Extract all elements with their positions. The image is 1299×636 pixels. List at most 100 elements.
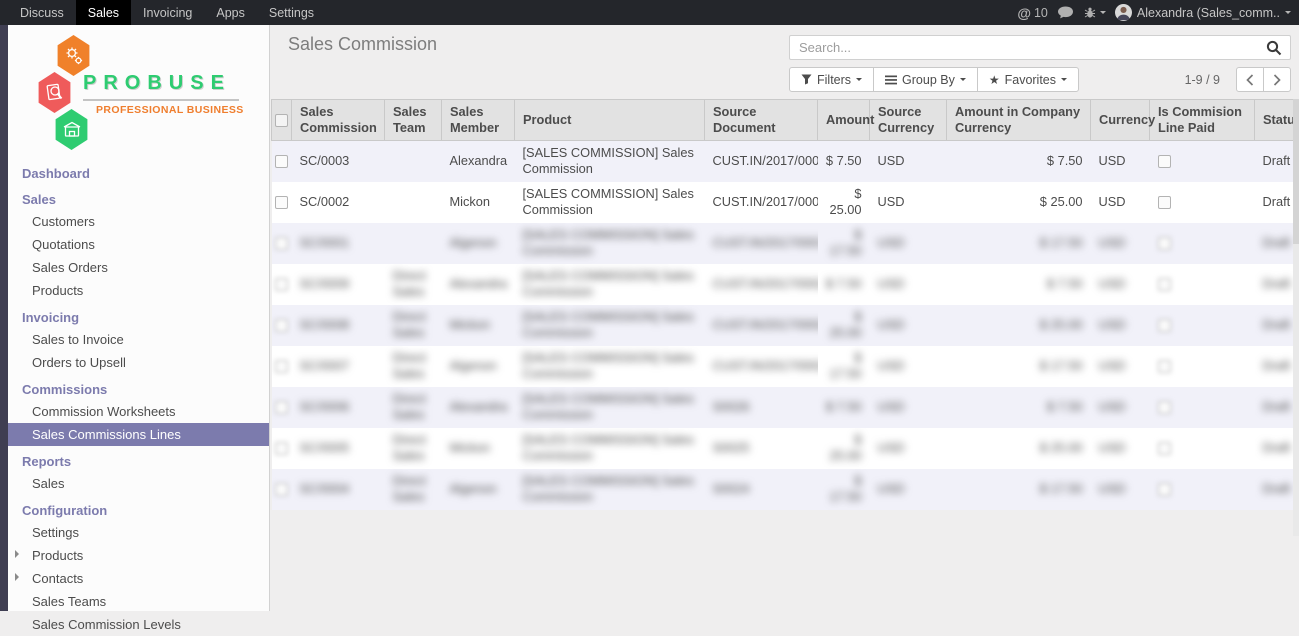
paid-checkbox[interactable] [1158,360,1171,373]
paid-checkbox[interactable] [1158,483,1171,496]
row-checkbox[interactable] [275,442,288,455]
table-row[interactable]: SC/0003 Alexandra [SALES COMMISSION] Sal… [272,141,1299,182]
scrollbar[interactable] [1293,99,1299,536]
select-all-checkbox[interactable] [275,114,288,127]
sidebar-item-quotations[interactable]: Quotations [8,233,269,256]
chevron-right-icon[interactable] [15,573,23,581]
topbar-menu-settings[interactable]: Settings [257,0,326,25]
sidebar-item-commission-worksheets[interactable]: Commission Worksheets [8,400,269,423]
cell-sales-team: Direct Sales [385,305,442,346]
sidebar-item-sales-to-invoice[interactable]: Sales to Invoice [8,328,269,351]
cell-sales-team: Direct Sales [385,387,442,428]
group-by-button[interactable]: Group By [873,67,978,92]
paid-checkbox[interactable] [1158,401,1171,414]
cell-sales-member: Mickon [442,428,515,469]
cell-source-currency: USD [870,141,947,182]
table-row[interactable]: SC/0008 Direct Sales Mickon [SALES COMMI… [272,305,1299,346]
row-checkbox[interactable] [275,401,288,414]
list-view: Sales Commission Sales Team Sales Member… [271,99,1299,510]
topbar-menu-sales[interactable]: Sales [76,0,131,25]
row-checkbox[interactable] [275,360,288,373]
sidebar-item-products[interactable]: Products [8,279,269,302]
sidebar-item-settings[interactable]: Settings [8,521,269,544]
column-header-currency[interactable]: Currency [1091,100,1150,141]
cell-sales-member: Alexandra [442,141,515,182]
row-checkbox[interactable] [275,278,288,291]
row-checkbox[interactable] [275,319,288,332]
sidebar-item-products[interactable]: Products [8,544,269,567]
cell-currency: USD [1091,182,1150,223]
messages-button[interactable] [1057,6,1074,19]
sidebar-item-customers[interactable]: Customers [8,210,269,233]
paid-checkbox[interactable] [1158,237,1171,250]
cell-amount-in-company-currency: $ 25.00 [947,428,1091,469]
group-by-label: Group By [902,73,955,87]
column-header-sales-team[interactable]: Sales Team [385,100,442,141]
filters-label: Filters [817,73,851,87]
pager-previous-button[interactable] [1236,67,1264,92]
column-header-product[interactable]: Product [515,100,705,141]
cell-amount: $ 7.50 [818,264,870,305]
pager-next-button[interactable] [1263,67,1291,92]
filters-button[interactable]: Filters [789,67,874,92]
sidebar-item-sales-commissions-lines[interactable]: Sales Commissions Lines [8,423,269,446]
cell-sales-team [385,223,442,264]
row-checkbox[interactable] [275,155,288,168]
cell-source-document: CUST.IN/2017/0001 [705,223,818,264]
sidebar-item-contacts[interactable]: Contacts [8,567,269,590]
debug-menu-button[interactable] [1083,6,1106,20]
cell-product: [SALES COMMISSION] Sales Commission [515,469,705,510]
table-row[interactable]: SC/0006 Direct Sales Alexandra [SALES CO… [272,387,1299,428]
column-header-amount-in-company-currency[interactable]: Amount in Company Currency [947,100,1091,141]
table-row[interactable]: SC/0009 Direct Sales Alexandra [SALES CO… [272,264,1299,305]
column-header-sales-commission[interactable]: Sales Commission [292,100,385,141]
cell-amount: $ 7.50 [818,141,870,182]
cell-sales-commission: SC/0008 [292,305,385,346]
sidebar-item-sales-orders[interactable]: Sales Orders [8,256,269,279]
mentions-counter[interactable]: @ 10 [1017,5,1048,21]
topbar-menu-invoicing[interactable]: Invoicing [131,0,204,25]
column-header-source-document[interactable]: Source Document [705,100,818,141]
table-row[interactable]: SC/0005 Direct Sales Mickon [SALES COMMI… [272,428,1299,469]
column-header-sales-member[interactable]: Sales Member [442,100,515,141]
column-header-is-commision-line-paid[interactable]: Is Commision Line Paid [1150,100,1255,141]
topbar-menu-discuss[interactable]: Discuss [8,0,76,25]
main-content: Sales Commission Filters Group By ★ Favo… [271,25,1299,611]
sidebar-item-orders-to-upsell[interactable]: Orders to Upsell [8,351,269,374]
cell-product: [SALES COMMISSION] Sales Commission [515,141,705,182]
search-input[interactable] [790,40,1266,55]
cell-amount: $ 25.00 [818,428,870,469]
cell-product: [SALES COMMISSION] Sales Commission [515,428,705,469]
table-row[interactable]: SC/0007 Direct Sales Algenon [SALES COMM… [272,346,1299,387]
cell-source-currency: USD [870,182,947,223]
table-row[interactable]: SC/0004 Direct Sales Algenon [SALES COMM… [272,469,1299,510]
favorites-button[interactable]: ★ Favorites [977,67,1079,92]
column-header-amount[interactable]: Amount [818,100,870,141]
mention-count: 10 [1034,6,1048,20]
cell-source-currency: USD [870,223,947,264]
topbar-menu-apps[interactable]: Apps [204,0,257,25]
cell-amount-in-company-currency: $ 25.00 [947,305,1091,346]
sidebar-item-sales[interactable]: Sales [8,472,269,495]
row-checkbox[interactable] [275,237,288,250]
sidebar-item-sales-commission-levels[interactable]: Sales Commission Levels [8,613,269,636]
paid-checkbox[interactable] [1158,319,1171,332]
sidebar-accent-strip [0,25,8,611]
table-row[interactable]: SC/0002 Mickon [SALES COMMISSION] Sales … [272,182,1299,223]
page-title: Sales Commission [288,34,437,55]
search-icon[interactable] [1266,40,1282,56]
paid-checkbox[interactable] [1158,442,1171,455]
scrollbar-thumb[interactable] [1293,99,1299,244]
cell-sales-commission: SC/0004 [292,469,385,510]
row-checkbox[interactable] [275,196,288,209]
chevron-right-icon[interactable] [15,550,23,558]
sidebar-item-sales-teams[interactable]: Sales Teams [8,590,269,613]
cell-source-document: CUST.IN/2017/0001 [705,182,818,223]
paid-checkbox[interactable] [1158,196,1171,209]
paid-checkbox[interactable] [1158,278,1171,291]
row-checkbox[interactable] [275,483,288,496]
column-header-source-currency[interactable]: Source Currency [870,100,947,141]
table-row[interactable]: SC/0001 Algenon [SALES COMMISSION] Sales… [272,223,1299,264]
user-menu[interactable]: Alexandra (Sales_comm.. [1115,4,1291,21]
paid-checkbox[interactable] [1158,155,1171,168]
